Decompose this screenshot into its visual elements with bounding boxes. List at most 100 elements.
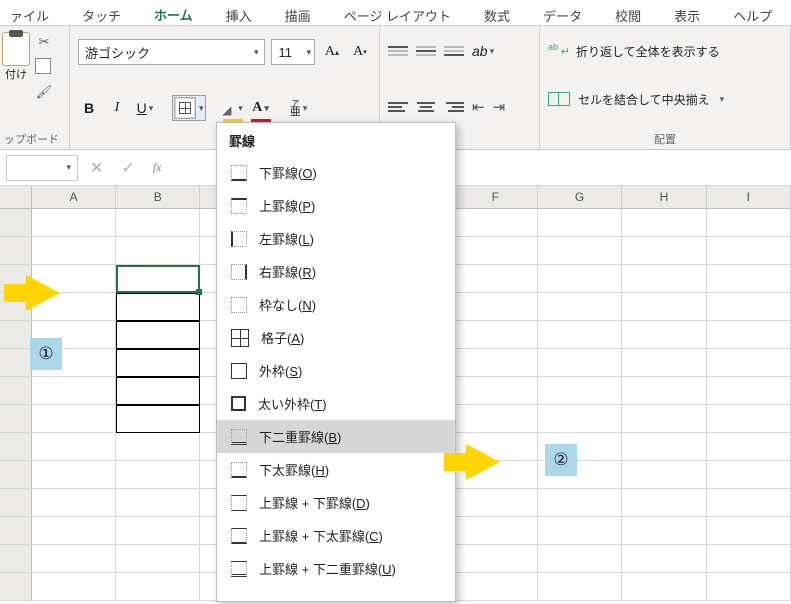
- annotation-arrow-1: [26, 275, 60, 311]
- alignment-group-label: 配置: [548, 128, 782, 147]
- cancel-entry-icon[interactable]: ✕: [90, 158, 103, 178]
- border-top-icon: [231, 198, 247, 214]
- align-bottom-icon[interactable]: [444, 42, 464, 60]
- decrease-indent-icon[interactable]: ⇤: [472, 98, 485, 116]
- menu-border-all[interactable]: 格子(A): [217, 321, 455, 354]
- tab-review[interactable]: 校閲: [611, 4, 645, 27]
- menu-border-top[interactable]: 上罫線(P): [217, 189, 455, 222]
- row-header[interactable]: [0, 237, 32, 265]
- decrease-font-icon[interactable]: A▾: [349, 40, 371, 64]
- borders-split-button[interactable]: ▾: [172, 95, 206, 121]
- border-top-bottom-icon: [231, 495, 247, 511]
- align-center-icon[interactable]: [416, 98, 436, 116]
- bold-button[interactable]: B: [78, 96, 100, 120]
- col-header-a[interactable]: A: [32, 186, 116, 208]
- row-header[interactable]: [0, 461, 32, 489]
- group-wrap: 折り返して全体を表示する セルを結合して中央揃え ▾ 配置: [540, 26, 791, 149]
- border-bottom-thick-icon: [231, 462, 247, 478]
- annotation-arrow-2: [466, 444, 500, 480]
- row-header[interactable]: [0, 321, 32, 349]
- col-header-i[interactable]: I: [707, 186, 791, 208]
- col-header-g[interactable]: G: [538, 186, 622, 208]
- italic-button[interactable]: I: [106, 96, 128, 120]
- row-header[interactable]: [0, 573, 32, 601]
- menu-border-top-double-bottom[interactable]: 上罫線 + 下二重罫線(U): [217, 552, 455, 585]
- tab-view[interactable]: 表示: [670, 4, 704, 27]
- menu-border-bottom-thick[interactable]: 下太罫線(H): [217, 453, 455, 486]
- font-name-combo[interactable]: 游ゴシック ▾: [78, 39, 265, 65]
- menu-border-thick[interactable]: 太い外枠(T): [217, 387, 455, 420]
- underline-button[interactable]: U▾: [134, 96, 156, 120]
- merge-center-label[interactable]: セルを結合して中央揃え: [578, 91, 710, 108]
- format-painter-icon[interactable]: [36, 84, 52, 100]
- copy-icon[interactable]: [36, 59, 52, 75]
- row-header[interactable]: [0, 377, 32, 405]
- tab-formulas[interactable]: 数式: [480, 4, 514, 27]
- font-size-combo[interactable]: 11 ▾: [271, 39, 315, 65]
- col-header-h[interactable]: H: [622, 186, 706, 208]
- fill-color-button[interactable]: ▾: [222, 96, 244, 120]
- chevron-down-icon: ▾: [254, 47, 259, 58]
- clipboard-group-label: ップボード: [2, 128, 61, 147]
- tab-file[interactable]: ァイル: [6, 4, 53, 27]
- tab-layout[interactable]: ページ レイアウト: [340, 4, 455, 27]
- align-right-icon[interactable]: [444, 98, 464, 116]
- menu-border-bottom-double[interactable]: 下二重罫線(B): [217, 420, 455, 453]
- menu-border-left[interactable]: 左罫線(L): [217, 222, 455, 255]
- insert-function-icon[interactable]: fx: [153, 160, 162, 175]
- border-grid-icon: [174, 97, 196, 119]
- row-header[interactable]: [0, 349, 32, 377]
- row-header[interactable]: [0, 433, 32, 461]
- confirm-entry-icon[interactable]: ✓: [121, 158, 134, 178]
- cut-icon[interactable]: [36, 34, 52, 50]
- border-none-icon: [231, 297, 247, 313]
- border-outline-icon: [231, 363, 247, 379]
- border-left-icon: [231, 231, 247, 247]
- borders-dropdown: 罫線 下罫線(O) 上罫線(P) 左罫線(L) 右罫線(R) 枠なし(N) 格子…: [216, 122, 456, 602]
- chevron-down-icon: ▾: [720, 94, 725, 105]
- menu-border-top-bottom[interactable]: 上罫線 + 下罫線(D): [217, 486, 455, 519]
- menu-border-outline[interactable]: 外枠(S): [217, 354, 455, 387]
- font-color-button[interactable]: A▾: [250, 96, 272, 120]
- select-all-corner[interactable]: [0, 186, 32, 208]
- chevron-down-icon: ▾: [306, 47, 311, 58]
- tab-touch[interactable]: タッチ: [78, 4, 125, 27]
- align-top-icon[interactable]: [388, 42, 408, 60]
- tab-help[interactable]: ヘルプ: [729, 4, 776, 27]
- menu-border-bottom[interactable]: 下罫線(O): [217, 156, 455, 189]
- row-header[interactable]: [0, 545, 32, 573]
- phonetic-guide-button[interactable]: ア亜▾: [288, 96, 310, 120]
- merge-center-icon[interactable]: [548, 92, 570, 106]
- tab-data[interactable]: データ: [539, 4, 586, 27]
- name-box[interactable]: ▾: [6, 155, 78, 181]
- chevron-down-icon: ▾: [199, 103, 204, 114]
- border-right-icon: [231, 264, 247, 280]
- row-header[interactable]: [0, 405, 32, 433]
- annotation-badge-2: ②: [545, 444, 577, 476]
- active-cell[interactable]: [116, 265, 200, 293]
- align-middle-icon[interactable]: [416, 42, 436, 60]
- border-bottom-icon: [231, 165, 247, 181]
- tab-insert[interactable]: 挿入: [222, 4, 256, 27]
- font-name-value: 游ゴシック: [85, 43, 150, 62]
- orientation-button[interactable]: ab▾: [472, 39, 494, 63]
- increase-font-icon[interactable]: A▴: [321, 40, 343, 64]
- col-header-f[interactable]: F: [454, 186, 538, 208]
- row-header[interactable]: [0, 517, 32, 545]
- menu-border-none[interactable]: 枠なし(N): [217, 288, 455, 321]
- menu-border-right[interactable]: 右罫線(R): [217, 255, 455, 288]
- row-header[interactable]: [0, 209, 32, 237]
- align-left-icon[interactable]: [388, 98, 408, 116]
- increase-indent-icon[interactable]: ⇥: [493, 98, 506, 116]
- col-header-b[interactable]: B: [116, 186, 200, 208]
- menu-border-top-thick-bottom[interactable]: 上罫線 + 下太罫線(C): [217, 519, 455, 552]
- annotation-badge-1: ①: [30, 338, 62, 370]
- group-clipboard: 付け ップボード: [0, 26, 70, 149]
- tab-home[interactable]: ホーム: [150, 3, 197, 28]
- tab-draw[interactable]: 描画: [281, 4, 315, 27]
- border-thick-icon: [231, 396, 246, 411]
- paste-icon[interactable]: [2, 32, 30, 66]
- wrap-text-icon[interactable]: [548, 42, 568, 60]
- wrap-text-label[interactable]: 折り返して全体を表示する: [576, 43, 720, 60]
- row-header[interactable]: [0, 489, 32, 517]
